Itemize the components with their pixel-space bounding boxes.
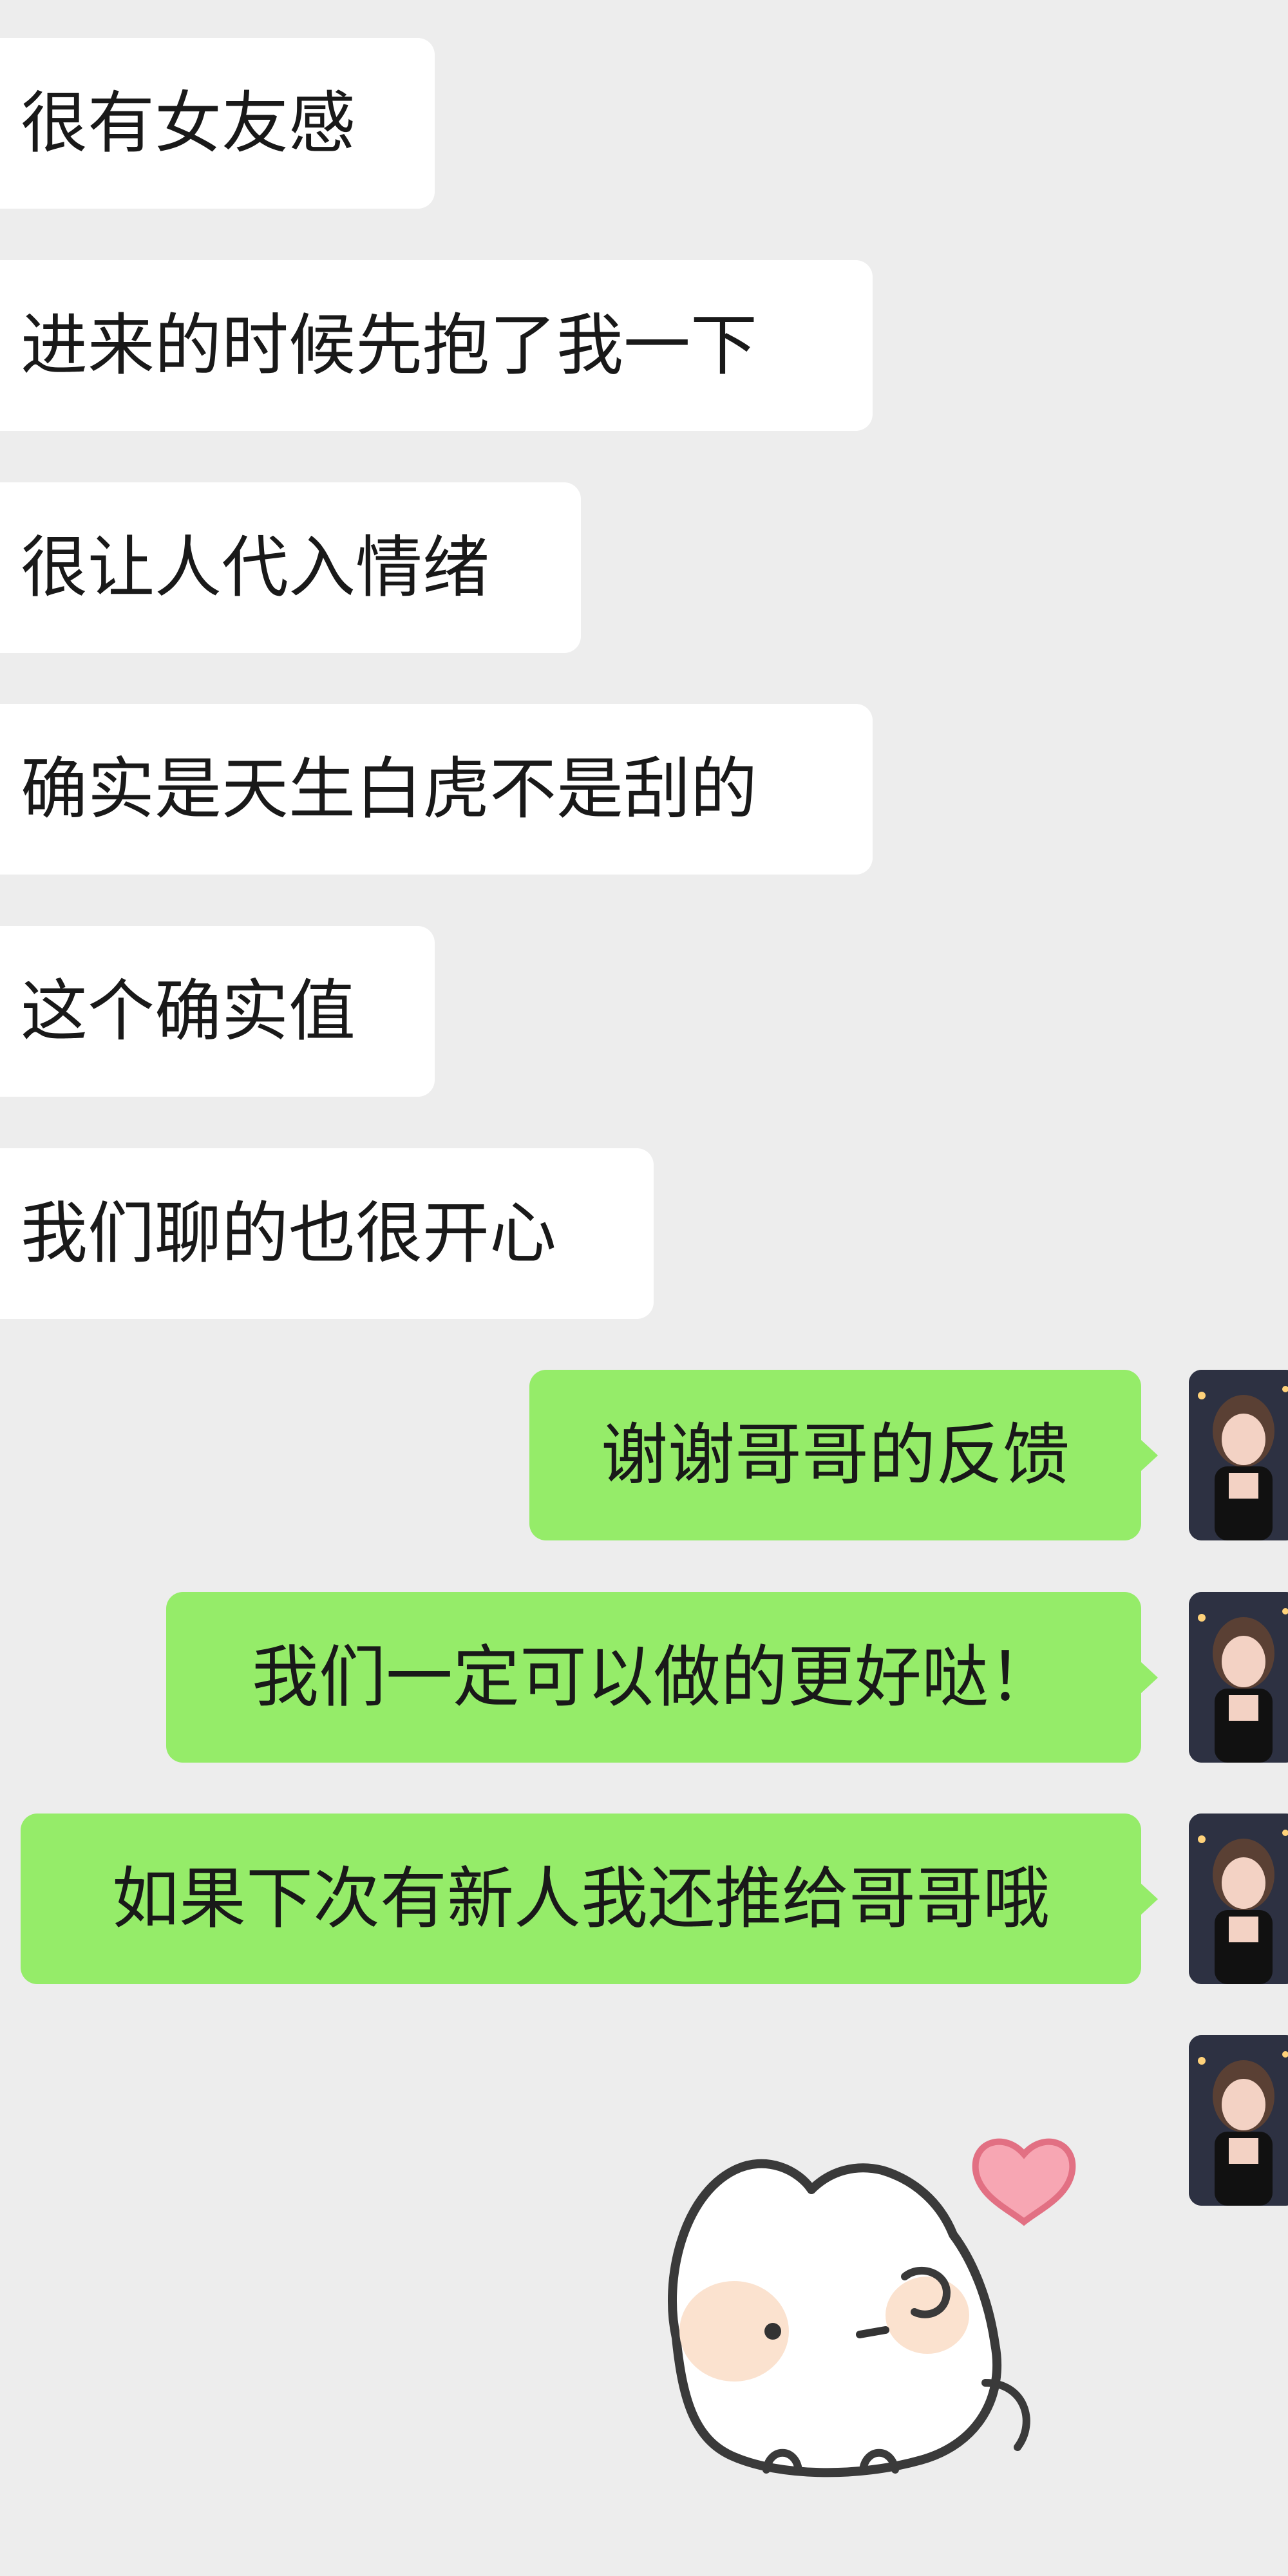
incoming-message-bubble[interactable]: 我们聊的也很开心 bbox=[0, 1148, 654, 1319]
user-avatar-photo-icon[interactable] bbox=[1189, 1370, 1288, 1540]
incoming-message-bubble[interactable]: 确实是天生白虎不是刮的 bbox=[0, 704, 873, 875]
outgoing-message-bubble[interactable]: 我们一定可以做的更好哒！ bbox=[166, 1592, 1141, 1763]
message-text: 很让人代入情绪 bbox=[21, 528, 490, 607]
bubble-tail bbox=[1141, 1662, 1158, 1693]
message-text: 进来的时候先抱了我一下 bbox=[21, 306, 758, 384]
incoming-message-bubble[interactable]: 很有女友感 bbox=[0, 38, 435, 209]
white-cat-heart-sticker-icon[interactable] bbox=[638, 2125, 1088, 2486]
message-text: 谢谢哥哥的反馈 bbox=[600, 1416, 1070, 1494]
message-text: 这个确实值 bbox=[21, 972, 356, 1050]
incoming-message-bubble[interactable]: 这个确实值 bbox=[0, 926, 435, 1097]
outgoing-message-bubble[interactable]: 如果下次有新人我还推给哥哥哦 bbox=[21, 1814, 1141, 1984]
heart-icon bbox=[972, 2138, 1076, 2226]
message-text: 很有女友感 bbox=[21, 84, 356, 162]
message-text: 如果下次有新人我还推给哥哥哦 bbox=[111, 1859, 1050, 1938]
user-avatar-photo-icon[interactable] bbox=[1189, 1814, 1288, 1984]
message-text: 我们聊的也很开心 bbox=[21, 1194, 557, 1273]
incoming-message-bubble[interactable]: 很让人代入情绪 bbox=[0, 482, 581, 653]
message-text: 确实是天生白虎不是刮的 bbox=[21, 750, 758, 828]
outgoing-message-bubble[interactable]: 谢谢哥哥的反馈 bbox=[529, 1370, 1141, 1540]
bubble-tail bbox=[1141, 1440, 1158, 1471]
bubble-tail bbox=[1141, 1884, 1158, 1915]
user-avatar-photo-icon[interactable] bbox=[1189, 2035, 1288, 2206]
chat-area[interactable]: 很有女友感 进来的时候先抱了我一下 很让人代入情绪 确实是天生白虎不是刮的 这个… bbox=[0, 0, 1288, 2576]
user-avatar-photo-icon[interactable] bbox=[1189, 1592, 1288, 1763]
incoming-message-bubble[interactable]: 进来的时候先抱了我一下 bbox=[0, 260, 873, 431]
message-text: 我们一定可以做的更好哒！ bbox=[251, 1638, 1056, 1716]
